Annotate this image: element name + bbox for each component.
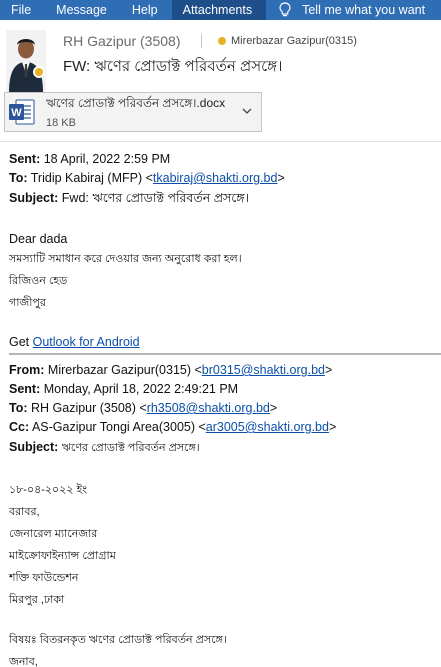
signature-title: রিজিওন হেড — [9, 275, 68, 287]
sender-avatar[interactable] — [6, 30, 46, 94]
sent-label: Sent: — [9, 382, 41, 396]
letter-place: মিরপুর ,ঢাকা — [9, 594, 65, 606]
tab-message[interactable]: Message — [45, 0, 121, 20]
attachment-card[interactable]: W ঋণের প্রোডাক্ট পরিবর্তন প্রসঙ্গে।.docx… — [4, 92, 262, 132]
fwd2-cc-line: Cc: AS-Gazipur Tongi Area(3005) <ar3005@… — [9, 420, 336, 434]
email-link[interactable]: ar3005@shakti.org.bd — [206, 420, 329, 434]
letter-recipient-title: জেনারেল ম্যানেজার — [9, 528, 98, 540]
fwd1-to-line: To: Tridip Kabiraj (MFP) <tkabiraj@shakt… — [9, 171, 285, 185]
from-name: Mirerbazar Gazipur(0315) < — [47, 363, 202, 377]
signature-place: গাজীপুর — [9, 297, 46, 309]
letter-date: ১৮-০৪-২০২২ ইং — [9, 484, 88, 496]
tab-help[interactable]: Help — [121, 0, 172, 20]
subject-value: ঋণের প্রোডাক্ট পরিবর্তন প্রসঙ্গে। — [61, 442, 200, 454]
sender-name[interactable]: RH Gazipur (3508) — [63, 33, 181, 49]
letter-org: শক্তি ফাউন্ডেশন — [9, 572, 79, 584]
greeting: Dear dada — [9, 232, 68, 246]
bracket: > — [324, 363, 333, 377]
recipient-chip[interactable]: Mirerbazar Gazipur(0315) — [201, 34, 357, 48]
recipient-name: Mirerbazar Gazipur(0315) — [231, 35, 357, 47]
word-doc-icon: W — [9, 99, 35, 125]
subject-label: Subject: — [9, 440, 59, 454]
letter-subject: বিষয়ঃ বিতরনকৃত ঋণের প্রোডাক্ট পরিবর্তন … — [9, 634, 227, 646]
tab-file[interactable]: File — [0, 0, 45, 20]
letter-to: বরাবর, — [9, 506, 40, 518]
cc-name: AS-Gazipur Tongi Area(3005) < — [31, 420, 206, 434]
fwd1-subject-line: Subject: Fwd: ঋণের প্রোডাক্ট পরিবর্তন প্… — [9, 190, 249, 210]
svg-text:W: W — [11, 107, 22, 119]
sent-value: Monday, April 18, 2022 2:49:21 PM — [43, 382, 239, 396]
chevron-down-icon[interactable] — [241, 105, 253, 117]
tell-me-text: Tell me what you want — [302, 3, 426, 17]
body-line: সমস্যাটি সমাধান করে দেওয়ার জন্য অনুরোধ … — [9, 253, 242, 265]
to-name: Tridip Kabiraj (MFP) < — [30, 171, 153, 185]
fwd2-to-line: To: RH Gazipur (3508) <rh3508@shakti.org… — [9, 401, 277, 415]
avatar-photo — [6, 30, 46, 92]
fwd2-sent-line: Sent: Monday, April 18, 2022 2:49:21 PM — [9, 382, 238, 396]
forward-separator — [9, 353, 441, 355]
subject-value: Fwd: ঋণের প্রোডাক্ট পরিবর্তন প্রসঙ্গে। — [61, 191, 250, 205]
bracket: > — [277, 171, 285, 185]
header-divider — [0, 141, 441, 142]
fwd1-sent-line: Sent: 18 April, 2022 2:59 PM — [9, 152, 170, 166]
letter-salutation: জনাব, — [9, 656, 38, 667]
to-name: RH Gazipur (3508) < — [31, 401, 147, 415]
email-link[interactable]: br0315@shakti.org.bd — [202, 363, 325, 377]
sent-value: 18 April, 2022 2:59 PM — [43, 152, 171, 166]
outlook-android-link[interactable]: Outlook for Android — [33, 335, 140, 349]
to-label: To: — [9, 401, 28, 415]
sent-label: Sent: — [9, 152, 41, 166]
from-label: From: — [9, 363, 45, 377]
bracket: > — [328, 420, 337, 434]
email-link[interactable]: rh3508@shakti.org.bd — [147, 401, 270, 415]
lightbulb-icon — [279, 2, 291, 17]
message-header: RH Gazipur (3508) Mirerbazar Gazipur(031… — [0, 20, 441, 92]
cc-label: Cc: — [9, 420, 30, 434]
get-outlook-line: Get Outlook for Android — [9, 335, 140, 349]
attachment-info: ঋণের প্রোডাক্ট পরিবর্তন প্রসঙ্গে।.docx 1… — [46, 95, 225, 129]
get-prefix: Get — [9, 335, 33, 349]
separator — [201, 34, 202, 48]
recipient-presence-icon — [218, 37, 226, 45]
fwd2-from-line: From: Mirerbazar Gazipur(0315) <br0315@s… — [9, 363, 332, 377]
message-subject: FW: ঋণের প্রোডাক্ট পরিবর্তন প্রসঙ্গে। — [63, 58, 283, 75]
tell-me-search[interactable]: Tell me what you want — [266, 0, 425, 20]
to-label: To: — [9, 171, 28, 185]
attachment-filename: ঋণের প্রোডাক্ট পরিবর্তন প্রসঙ্গে।.docx — [46, 96, 226, 110]
letter-program: মাইক্রোফাইন্যান্স প্রোগ্রাম — [9, 550, 116, 562]
attachment-size: 18 KB — [46, 117, 76, 129]
subject-label: Subject: — [9, 191, 59, 205]
email-link[interactable]: tkabiraj@shakti.org.bd — [153, 171, 278, 185]
tab-attachments[interactable]: Attachments — [171, 0, 267, 20]
bracket: > — [269, 401, 278, 415]
ribbon-tab-bar: File Message Help Attachments Tell me wh… — [0, 0, 441, 20]
fwd2-subject-line: Subject: ঋণের প্রোডাক্ট পরিবর্তন প্রসঙ্গ… — [9, 439, 200, 458]
presence-status-icon — [33, 66, 45, 78]
